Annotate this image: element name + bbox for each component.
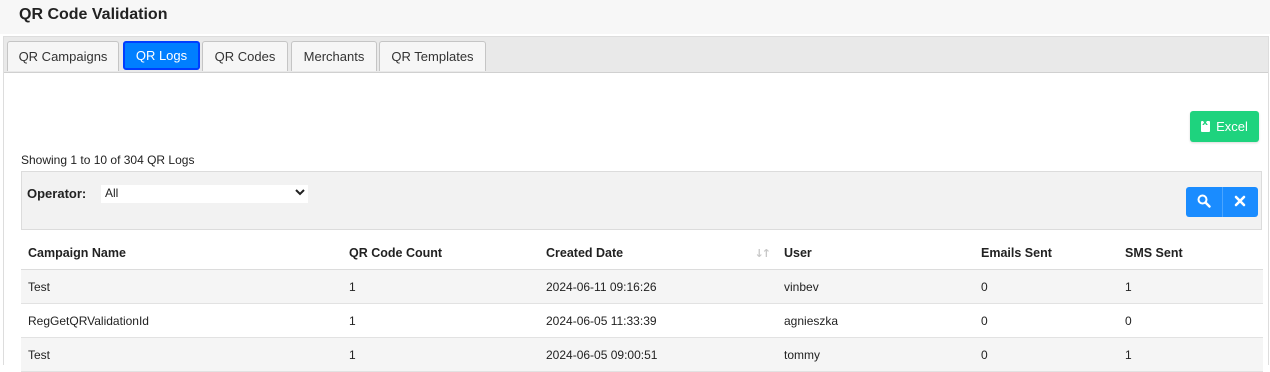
cell-campaign-name: RegGetQRValidationId	[21, 303, 342, 338]
column-header-emails-sent[interactable]: Emails Sent	[974, 236, 1118, 270]
excel-file-icon	[1201, 118, 1211, 132]
search-button[interactable]	[1186, 187, 1222, 217]
operator-select-value: All	[105, 186, 119, 200]
tab-qr-campaigns[interactable]: QR Campaigns	[7, 41, 119, 71]
column-header-created-date-label: Created Date	[546, 245, 624, 260]
tab-merchants[interactable]: Merchants	[291, 41, 377, 71]
sort-icon: ↓↑	[754, 247, 772, 260]
cell-user: agnieszka	[777, 303, 974, 338]
tab-bar: QR Campaigns QR Logs QR Codes Merchants …	[3, 36, 1269, 73]
cell-qr-code-count: 1	[342, 303, 539, 338]
column-header-created-date[interactable]: Created Date ↓↑	[539, 236, 777, 270]
table-row[interactable]: Test 1 2024-06-05 09:00:51 tommy 0 1	[21, 337, 1263, 372]
cell-created-date: 2024-06-05 09:00:51	[539, 337, 777, 372]
cell-qr-code-count: 1	[342, 337, 539, 372]
cell-sms-sent: 0	[1118, 303, 1263, 338]
table-row[interactable]: Test 1 2024-06-11 09:16:26 vinbev 0 1	[21, 269, 1263, 304]
cell-emails-sent: 0	[974, 269, 1118, 304]
operator-label: Operator:	[27, 186, 87, 201]
cell-qr-code-count: 1	[342, 269, 539, 304]
cell-campaign-name: Test	[21, 337, 342, 372]
clear-filter-button[interactable]	[1221, 187, 1259, 217]
column-header-sms-sent[interactable]: SMS Sent	[1118, 236, 1263, 270]
cell-emails-sent: 0	[974, 337, 1118, 372]
filter-actions	[1186, 187, 1258, 217]
column-header-qr-code-count[interactable]: QR Code Count	[342, 236, 539, 270]
cell-created-date: 2024-06-11 09:16:26	[539, 269, 777, 304]
page-header: QR Code Validation	[0, 0, 1270, 34]
column-header-campaign-name[interactable]: Campaign Name	[21, 236, 342, 270]
table-row[interactable]: RegGetQRValidationId 1 2024-06-05 11:33:…	[21, 303, 1263, 338]
tab-qr-logs[interactable]: QR Logs	[123, 41, 200, 70]
results-summary: Showing 1 to 10 of 304 QR Logs	[21, 153, 195, 167]
cell-user: tommy	[777, 337, 974, 372]
column-header-user[interactable]: User	[777, 236, 974, 270]
cell-sms-sent: 1	[1118, 269, 1263, 304]
tab-qr-codes[interactable]: QR Codes	[202, 41, 288, 71]
search-icon	[1197, 194, 1211, 211]
cell-sms-sent: 1	[1118, 337, 1263, 372]
cell-emails-sent: 0	[974, 303, 1118, 338]
cell-campaign-name: Test	[21, 269, 342, 304]
filter-panel: Operator: All	[21, 171, 1262, 230]
tab-qr-templates[interactable]: QR Templates	[379, 41, 486, 71]
qr-logs-table: Campaign Name QR Code Count Created Date…	[21, 236, 1263, 372]
cell-user: vinbev	[777, 269, 974, 304]
page-title: QR Code Validation	[19, 6, 168, 23]
operator-select[interactable]: All	[101, 185, 308, 203]
table-header-row: Campaign Name QR Code Count Created Date…	[21, 236, 1263, 270]
chevron-down-icon	[295, 185, 305, 202]
close-icon	[1234, 195, 1246, 210]
excel-export-button[interactable]: Excel	[1190, 111, 1259, 142]
cell-created-date: 2024-06-05 11:33:39	[539, 303, 777, 338]
excel-button-label: Excel	[1216, 119, 1248, 134]
